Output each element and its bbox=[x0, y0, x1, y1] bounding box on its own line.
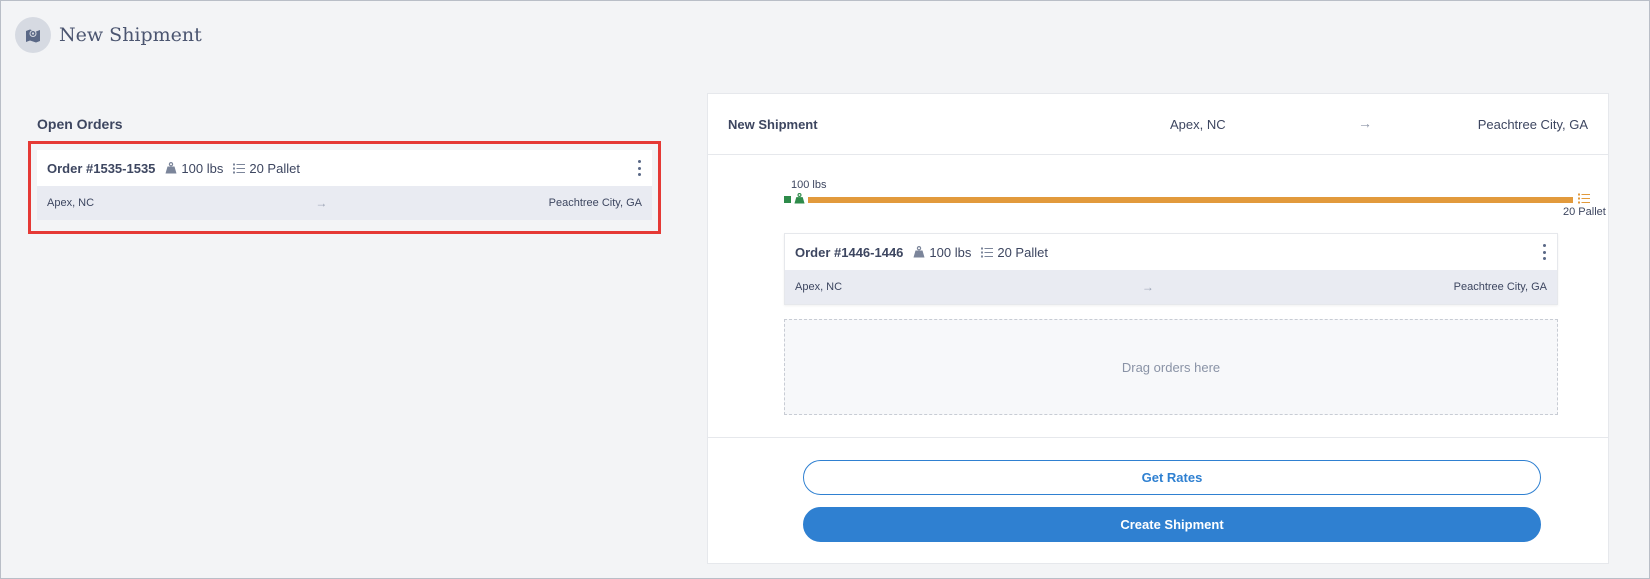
order-pallets: 20 Pallet bbox=[249, 160, 300, 176]
order-destination: Peachtree City, GA bbox=[548, 197, 642, 209]
divider bbox=[708, 437, 1608, 438]
weight-fill bbox=[784, 196, 791, 203]
order-id: Order #1535-1535 bbox=[47, 160, 156, 176]
load-weight-label: 100 lbs bbox=[791, 179, 827, 191]
order-weight: 100 lbs bbox=[181, 160, 224, 176]
pallet-fill bbox=[808, 197, 1573, 203]
order-destination: Peachtree City, GA bbox=[1453, 281, 1547, 293]
open-order-card[interactable]: Order #1535-1535 100 lbs 20 Pallet Apex,… bbox=[37, 150, 652, 220]
map-pin-icon bbox=[15, 17, 51, 53]
list-icon bbox=[1578, 193, 1590, 204]
create-shipment-button[interactable]: Create Shipment bbox=[803, 507, 1541, 542]
order-drop-zone[interactable]: Drag orders here bbox=[784, 319, 1558, 415]
shipment-order-card[interactable]: Order #1446-1446 100 lbs 20 Pallet Apex,… bbox=[784, 233, 1558, 305]
more-options-icon[interactable] bbox=[1541, 244, 1547, 260]
page-title: New Shipment bbox=[59, 24, 202, 46]
get-rates-button[interactable]: Get Rates bbox=[803, 460, 1541, 495]
order-id: Order #1446-1446 bbox=[795, 244, 904, 260]
load-pallet-label: 20 Pallet bbox=[1563, 206, 1606, 218]
shipment-title: New Shipment bbox=[728, 117, 818, 132]
arrow-right-icon: → bbox=[1141, 280, 1154, 294]
order-origin: Apex, NC bbox=[795, 281, 843, 293]
arrow-right-icon: → bbox=[1358, 115, 1372, 131]
shipment-origin: Apex, NC bbox=[1170, 117, 1226, 132]
shipment-panel: New Shipment Apex, NC → Peachtree City, … bbox=[707, 93, 1609, 564]
list-icon bbox=[981, 247, 994, 257]
weight-icon bbox=[913, 246, 925, 258]
order-weight: 100 lbs bbox=[929, 244, 972, 260]
open-orders-title: Open Orders bbox=[37, 116, 123, 132]
more-options-icon[interactable] bbox=[636, 160, 642, 176]
page-header: New Shipment bbox=[15, 17, 202, 53]
shipment-header: New Shipment Apex, NC → Peachtree City, … bbox=[708, 94, 1608, 155]
arrow-right-icon: → bbox=[315, 196, 328, 210]
order-pallets: 20 Pallet bbox=[997, 244, 1048, 260]
weight-icon bbox=[794, 193, 805, 204]
list-icon bbox=[233, 163, 246, 173]
shipment-destination: Peachtree City, GA bbox=[1477, 117, 1588, 132]
order-origin: Apex, NC bbox=[47, 197, 95, 209]
load-capacity-bar bbox=[784, 193, 1590, 205]
weight-icon bbox=[165, 162, 177, 174]
